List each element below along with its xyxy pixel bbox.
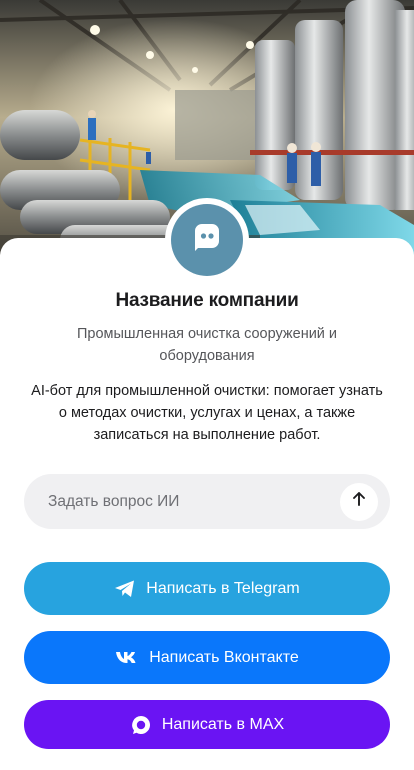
telegram-button-label: Написать в Telegram: [146, 579, 300, 597]
company-name: Название компании: [115, 290, 299, 311]
ask-ai-field: [24, 474, 390, 529]
avatar: [171, 204, 243, 276]
send-button[interactable]: [340, 482, 378, 521]
chat-bot-icon: [190, 221, 224, 260]
company-avatar: [165, 198, 249, 282]
max-icon: [130, 714, 152, 736]
max-button-label: Написать в MAX: [161, 715, 285, 733]
vk-button-label: Написать Вконтакте: [149, 648, 299, 666]
telegram-button[interactable]: Написать в Telegram: [24, 562, 390, 615]
company-subtitle: Промышленная очистка сооружений и оборуд…: [76, 326, 338, 364]
arrow-up-icon: [351, 491, 367, 512]
max-button[interactable]: Написать в MAX: [24, 700, 390, 749]
vk-button[interactable]: Написать Вконтакте: [24, 631, 390, 684]
bot-description: AI-бот для промышленной очистки: помогае…: [31, 383, 383, 443]
telegram-icon: [114, 579, 136, 599]
ask-ai-input[interactable]: [24, 474, 340, 529]
vk-icon: [115, 650, 139, 666]
